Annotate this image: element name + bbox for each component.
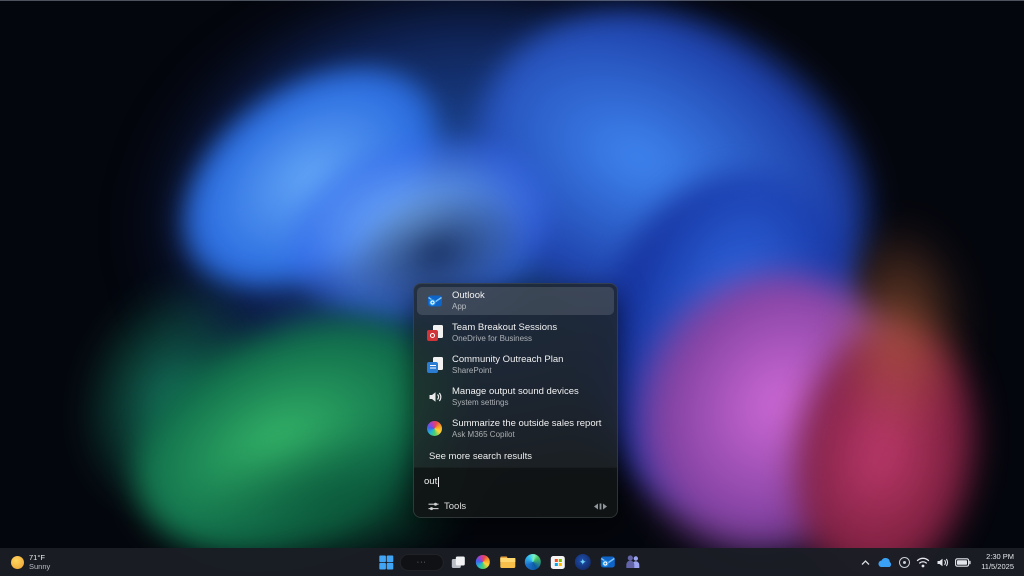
windows-logo-icon — [378, 555, 393, 570]
search-result-team-breakout[interactable]: Team Breakout Sessions OneDrive for Busi… — [417, 319, 614, 347]
edge-icon — [525, 554, 541, 570]
outlook-button[interactable] — [597, 550, 619, 574]
search-results-list: Outlook App Team Breakout Sessions OneDr… — [414, 284, 617, 467]
search-result-sound-devices[interactable]: Manage output sound devices System setti… — [417, 383, 614, 411]
tools-label: Tools — [444, 501, 466, 512]
result-texts: Team Breakout Sessions OneDrive for Busi… — [452, 323, 557, 343]
sun-icon — [11, 556, 24, 569]
start-button[interactable] — [375, 550, 397, 574]
tray-clock-button[interactable]: 2:30 PM 11/5/2025 — [977, 552, 1018, 572]
task-view-button[interactable] — [447, 550, 469, 574]
weather-widget-button[interactable]: 71°F Sunny — [6, 548, 55, 576]
task-view-icon — [450, 555, 465, 570]
search-flyout-footer: out Tools — [414, 467, 617, 518]
see-more-search-results-link[interactable]: See more search results — [417, 447, 614, 467]
powerpoint-file-icon — [427, 325, 443, 341]
teams-people-icon — [625, 555, 641, 569]
search-input-value: out — [424, 476, 437, 487]
search-result-outlook[interactable]: Outlook App — [417, 287, 614, 315]
file-explorer-icon — [500, 555, 516, 569]
taskbar-search-box[interactable]: ··· — [400, 554, 444, 571]
wallpaper-petal — [835, 225, 965, 435]
copilot-button[interactable] — [472, 550, 494, 574]
result-title: Summarize the outside sales report — [452, 419, 601, 430]
result-subtitle: Ask M365 Copilot — [452, 430, 601, 439]
onedrive-icon[interactable] — [877, 557, 893, 568]
speaker-icon — [427, 389, 443, 405]
tools-button[interactable]: Tools — [424, 499, 470, 514]
battery-icon[interactable] — [955, 558, 971, 567]
filter-sliders-icon — [428, 501, 439, 512]
result-texts: Manage output sound devices System setti… — [452, 387, 579, 407]
star-glyph: ✦ — [579, 557, 587, 568]
copilot-icon — [476, 555, 490, 569]
result-subtitle: SharePoint — [452, 366, 563, 375]
search-result-copilot-summarize[interactable]: Summarize the outside sales report Ask M… — [417, 415, 614, 443]
taskbar-system-tray: 2:30 PM 11/5/2025 — [860, 548, 1020, 576]
weather-temperature: 71°F — [29, 553, 50, 562]
wifi-icon[interactable] — [916, 557, 930, 568]
screen-top-border — [0, 0, 1024, 1]
tray-app-icon[interactable] — [899, 557, 910, 568]
tray-chevron-up-button[interactable] — [860, 558, 871, 567]
result-texts: Community Outreach Plan SharePoint — [452, 355, 563, 375]
result-texts: Outlook App — [452, 291, 485, 311]
result-subtitle: App — [452, 302, 485, 311]
document-file-icon — [427, 357, 443, 373]
weather-texts: 71°F Sunny — [29, 553, 50, 572]
search-result-community-plan[interactable]: Community Outreach Plan SharePoint — [417, 351, 614, 379]
result-title: Manage output sound devices — [452, 387, 579, 398]
move-horizontal-icon[interactable] — [594, 501, 607, 512]
search-box-dots: ··· — [417, 559, 427, 566]
clock-time: 2:30 PM — [986, 552, 1014, 562]
teams-button[interactable] — [622, 550, 644, 574]
search-input[interactable]: out — [424, 476, 607, 487]
taskbar-center-icons: ··· ✦ — [375, 548, 644, 576]
clock-date: 11/5/2025 — [981, 562, 1014, 572]
result-title: Team Breakout Sessions — [452, 323, 557, 334]
weather-condition: Sunny — [29, 562, 50, 571]
compass-star-icon: ✦ — [575, 554, 591, 570]
result-title: Outlook — [452, 291, 485, 302]
volume-icon[interactable] — [936, 557, 949, 568]
result-subtitle: OneDrive for Business — [452, 334, 557, 343]
result-title: Community Outreach Plan — [452, 355, 563, 366]
text-caret — [438, 477, 439, 487]
pinned-app-button[interactable]: ✦ — [572, 550, 594, 574]
outlook-icon — [600, 554, 616, 570]
taskbar: 71°F Sunny ··· — [0, 548, 1024, 576]
file-explorer-button[interactable] — [497, 550, 519, 574]
desktop: Outlook App Team Breakout Sessions OneDr… — [0, 0, 1024, 576]
search-tools-bar: Tools — [424, 499, 607, 514]
store-button[interactable] — [547, 550, 569, 574]
copilot-icon — [427, 421, 443, 437]
result-subtitle: System settings — [452, 398, 579, 407]
result-texts: Summarize the outside sales report Ask M… — [452, 419, 601, 439]
search-flyout: Outlook App Team Breakout Sessions OneDr… — [413, 283, 618, 518]
microsoft-store-icon — [551, 556, 565, 569]
edge-button[interactable] — [522, 550, 544, 574]
outlook-icon — [427, 293, 443, 309]
